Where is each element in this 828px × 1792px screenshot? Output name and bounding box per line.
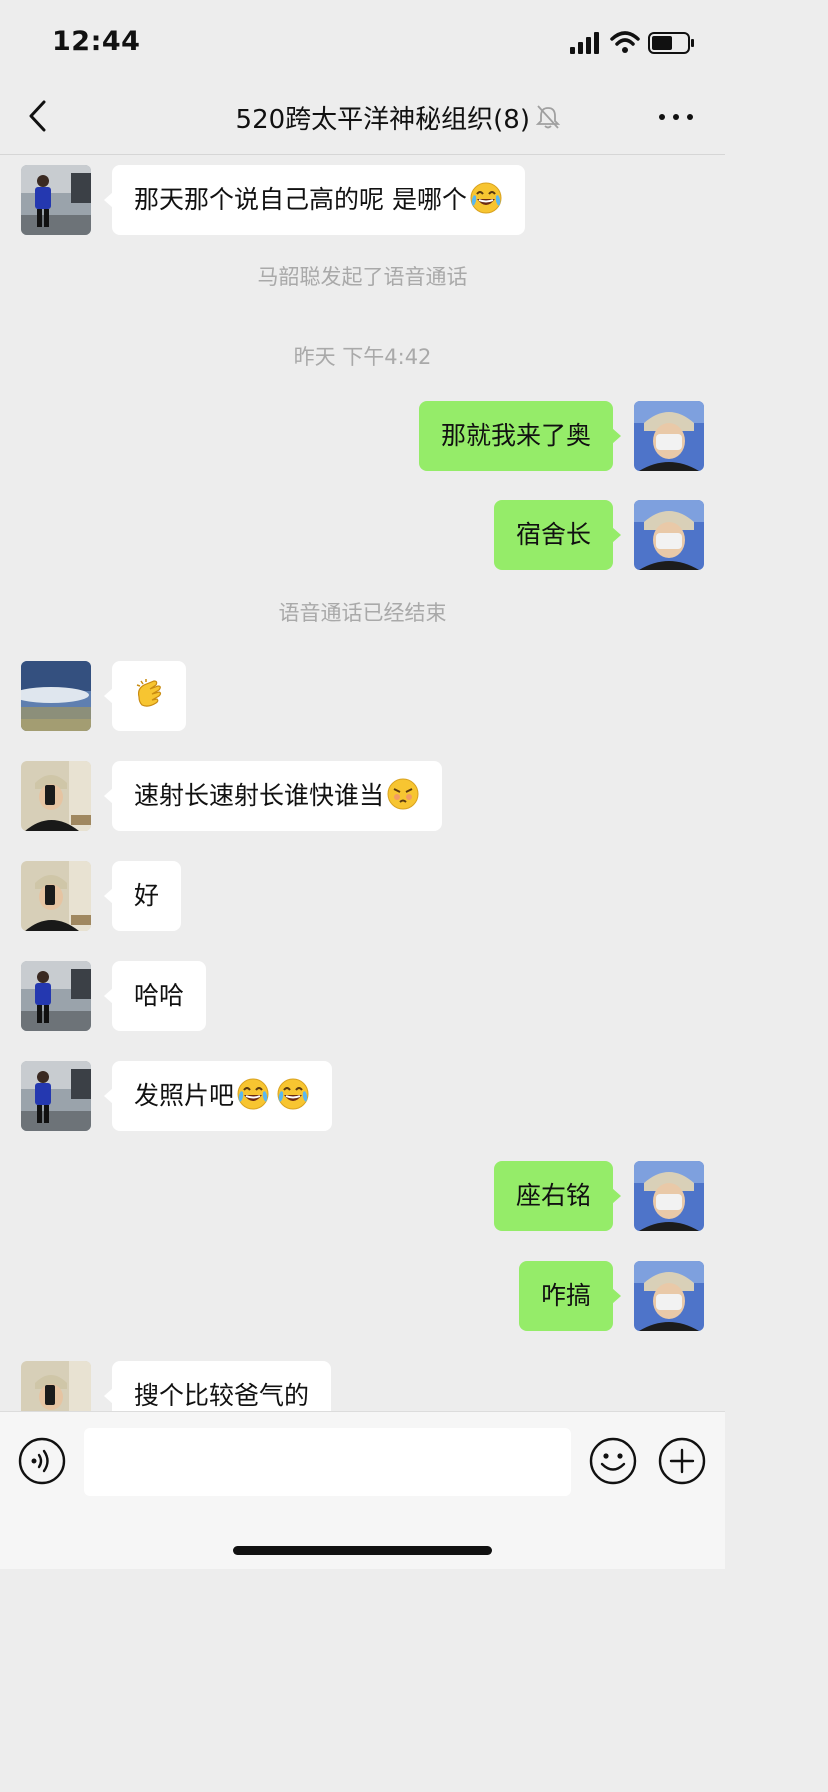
chat-header: 520跨太平洋神秘组织(8) — [0, 88, 725, 155]
avatar[interactable] — [634, 1261, 704, 1331]
message-text: 宿舍长 — [515, 520, 591, 549]
message-text: 那天那个说自己高的呢 是哪个 — [134, 185, 467, 214]
incoming-message[interactable]: 好 — [103, 861, 182, 931]
message-text: 哈哈 — [134, 981, 185, 1010]
incoming-message[interactable]: 那天那个说自己高的呢 是哪个 — [104, 165, 525, 235]
signal-icon — [570, 32, 599, 54]
avatar[interactable] — [21, 661, 91, 731]
status-bar: 12:44 — [0, 0, 725, 88]
avatar[interactable] — [21, 1061, 91, 1131]
mute-bell-icon — [535, 105, 561, 129]
message-row: 座右铭 — [0, 1161, 725, 1231]
message-row: 好 — [0, 861, 725, 931]
message-row: 搜个比较爸气的 — [0, 1361, 725, 1411]
avatar[interactable] — [21, 1361, 91, 1411]
incoming-message[interactable] — [104, 661, 186, 731]
message-text: 速射长速射长谁快谁当 — [134, 781, 385, 810]
clapping-hands-emoji-icon — [136, 679, 162, 707]
battery-icon — [648, 32, 694, 54]
wifi-icon — [610, 31, 640, 53]
message-row: 哈哈 — [0, 961, 725, 1031]
message-row: 咋搞 — [0, 1261, 725, 1331]
message-text: 咋搞 — [540, 1281, 591, 1310]
system-message: 马韶聪发起了语音通话 — [257, 265, 468, 289]
laugh-cry-emoji-icon — [277, 1078, 310, 1110]
message-row: 那天那个说自己高的呢 是哪个 — [0, 165, 725, 235]
avatar[interactable] — [21, 961, 91, 1031]
laugh-cry-emoji-icon — [469, 182, 502, 214]
avatar[interactable] — [634, 500, 704, 570]
incoming-message[interactable]: 搜个比较爸气的 — [103, 1361, 332, 1411]
more-functions-plus-icon[interactable] — [658, 1437, 706, 1485]
outgoing-message[interactable]: 咋搞 — [518, 1261, 622, 1331]
laugh-cry-emoji-icon — [237, 1078, 270, 1110]
message-text: 搜个比较爸气的 — [134, 1381, 310, 1410]
message-text: 好 — [134, 881, 160, 910]
message-row — [0, 661, 725, 731]
outgoing-message[interactable]: 座右铭 — [493, 1161, 622, 1231]
message-row: 发照片吧 — [0, 1061, 725, 1131]
clock: 12:44 — [52, 26, 141, 57]
message-row: 速射长速射长谁快谁当 — [0, 761, 725, 831]
sleepy-face-emoji-icon — [387, 778, 420, 810]
chat-title: 520跨太平洋神秘组织(8) — [235, 105, 530, 135]
avatar[interactable] — [634, 1161, 704, 1231]
more-options-icon[interactable] — [654, 104, 698, 130]
avatar[interactable] — [21, 861, 91, 931]
message-row: 那就我来了奥 — [0, 401, 725, 471]
avatar[interactable] — [21, 761, 91, 831]
system-message: 语音通话已经结束 — [278, 601, 447, 625]
message-list[interactable]: 那天那个说自己高的呢 是哪个 马韶聪发起了语音通话 昨天 下午4:42 那就我来… — [0, 155, 725, 1411]
timestamp: 昨天 下午4:42 — [293, 345, 432, 369]
emoji-picker-icon[interactable] — [589, 1437, 637, 1485]
message-text: 发照片吧 — [134, 1081, 235, 1110]
back-icon[interactable] — [24, 98, 54, 134]
avatar[interactable] — [634, 401, 704, 471]
message-input[interactable] — [84, 1428, 571, 1496]
outgoing-message[interactable]: 那就我来了奥 — [418, 401, 622, 471]
message-text: 那就我来了奥 — [440, 421, 591, 450]
message-text: 座右铭 — [515, 1181, 591, 1210]
incoming-message[interactable]: 速射长速射长谁快谁当 — [103, 761, 443, 831]
message-row: 宿舍长 — [0, 500, 725, 570]
voice-input-icon[interactable] — [18, 1437, 66, 1485]
home-indicator[interactable] — [233, 1546, 492, 1555]
outgoing-message[interactable]: 宿舍长 — [493, 500, 622, 570]
incoming-message[interactable]: 发照片吧 — [103, 1061, 333, 1131]
input-bar — [0, 1411, 725, 1569]
incoming-message[interactable]: 哈哈 — [103, 961, 207, 1031]
avatar[interactable] — [21, 165, 91, 235]
